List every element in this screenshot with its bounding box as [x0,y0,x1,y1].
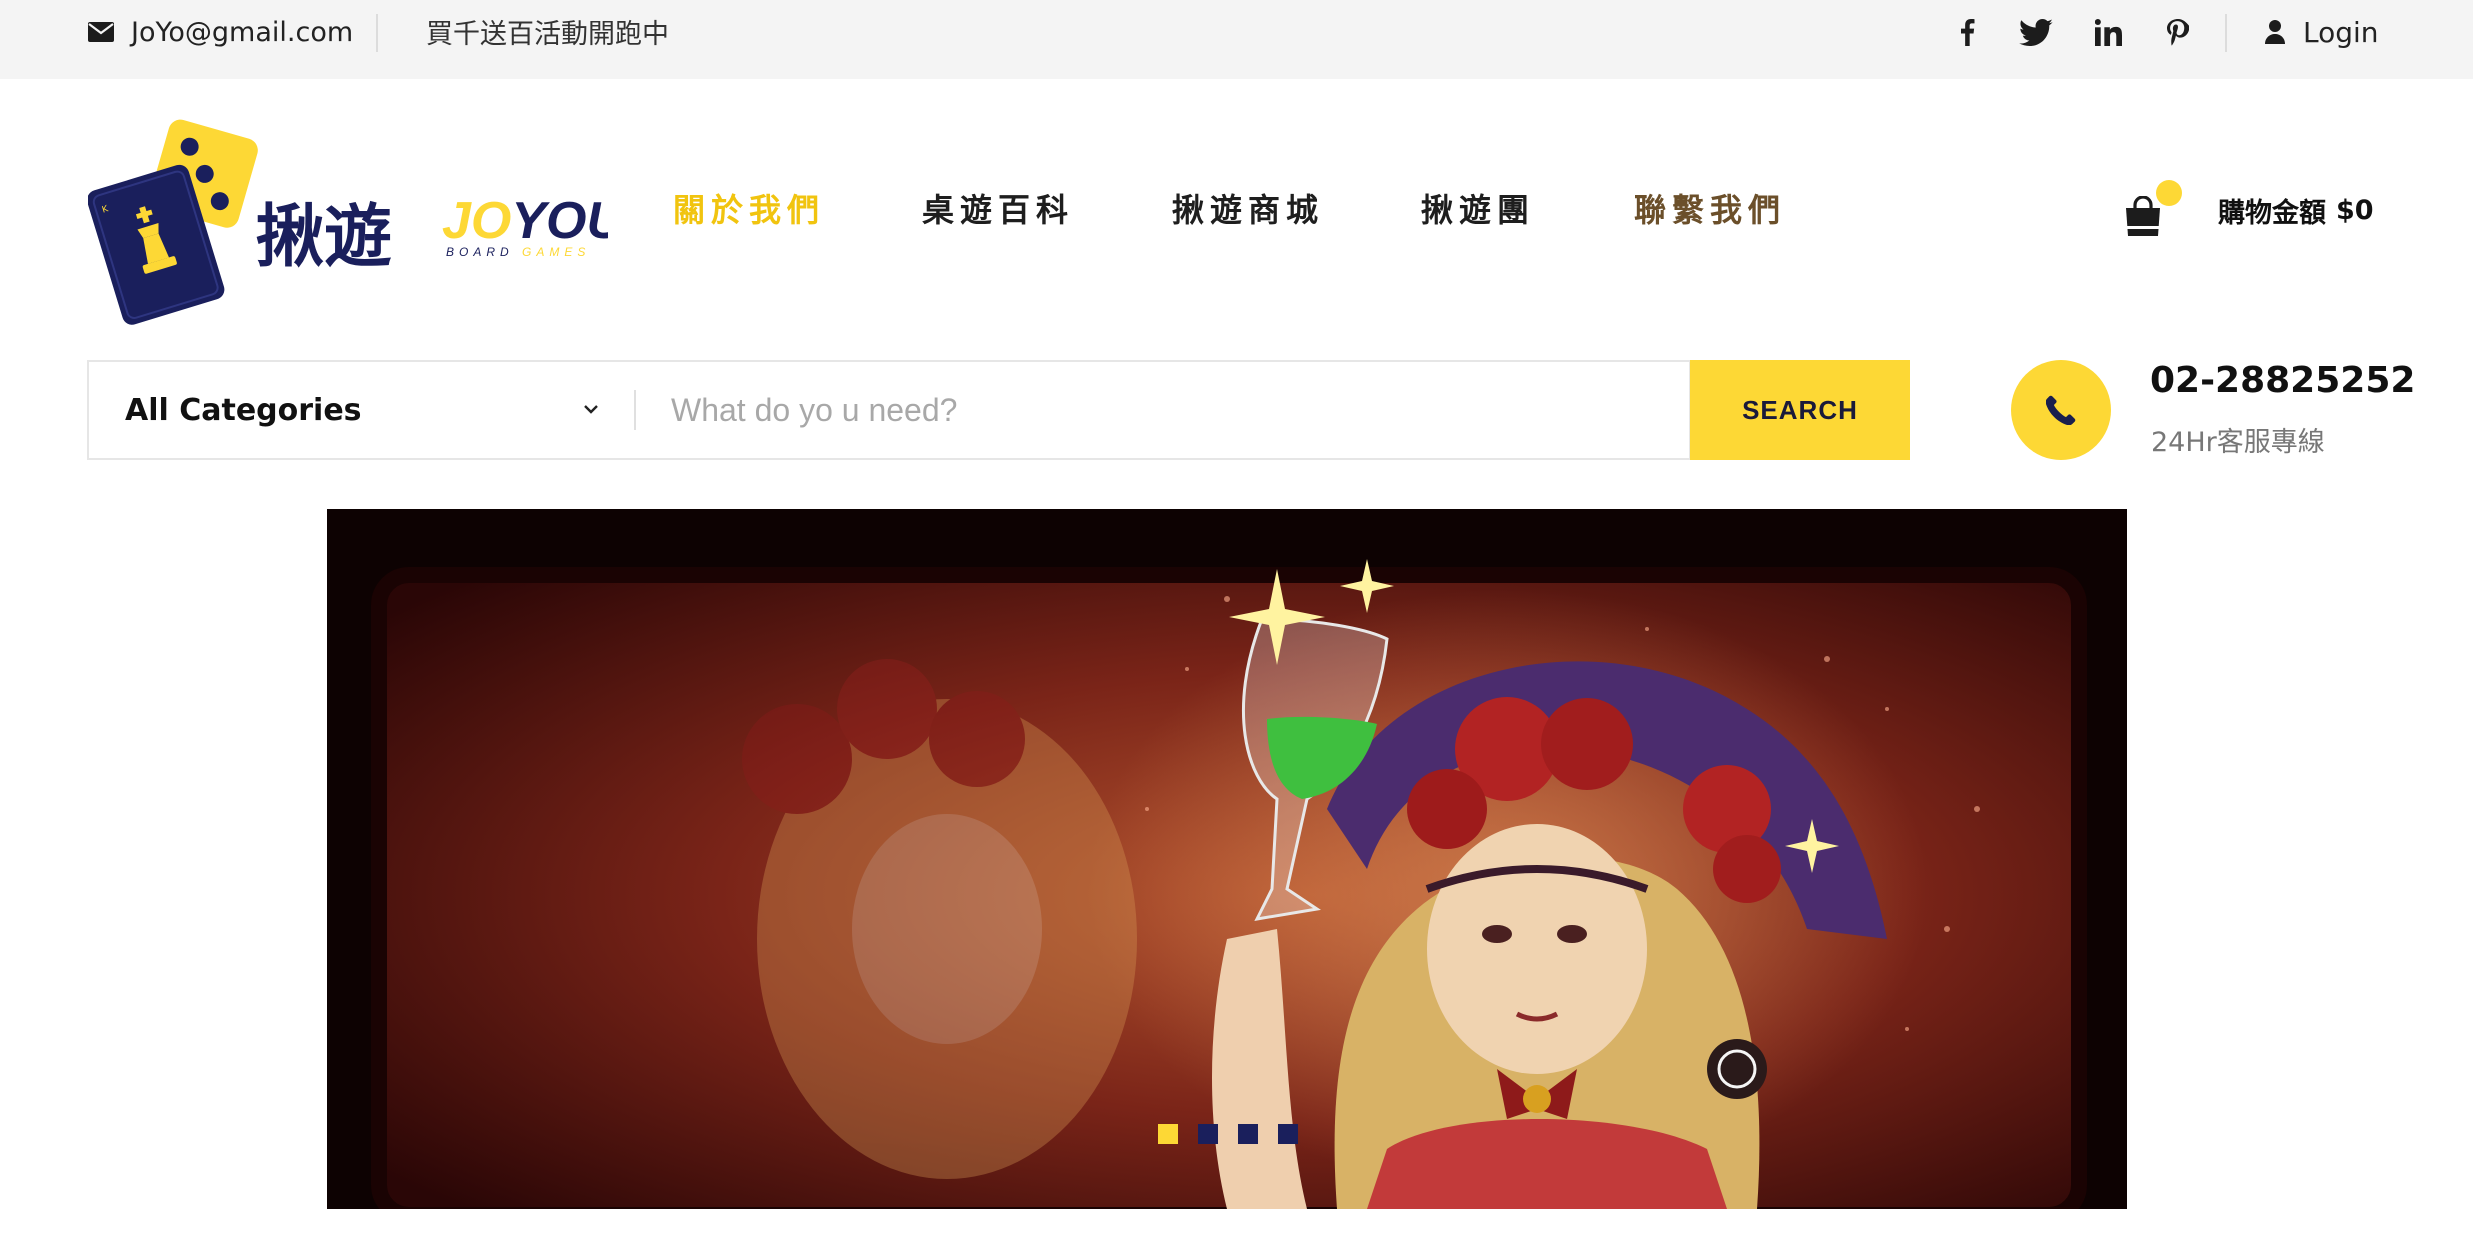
email-contact[interactable]: JoYo@gmail.com [87,0,353,64]
search-bar: All Categories [87,360,1691,460]
nav-about-us[interactable]: 關於我們 [673,180,825,236]
slider-dot[interactable] [1198,1124,1218,1144]
cart-button[interactable] [2120,180,2182,240]
login-label: Login [2303,15,2379,49]
logo-chinese: 揪遊 [256,198,392,277]
divider [634,390,636,430]
category-select-value: All Categories [125,392,362,428]
login-link[interactable]: Login [2265,0,2379,64]
cart-total: 購物金額 $0 [2218,190,2374,230]
linkedin-icon[interactable] [2091,0,2125,64]
search-button[interactable]: SEARCH [1690,360,1910,460]
facebook-icon[interactable] [1951,0,1985,64]
promo-text: 買千送百活動開跑中 [426,18,669,50]
cart-total-amount: $0 [2336,194,2374,226]
phone-number: 02-28825252 [2150,360,2416,401]
svg-text:BOARD GAMES: BOARD GAMES [446,245,590,259]
divider [376,14,378,52]
slider-dots [1158,1124,1298,1144]
cart-badge [2156,180,2182,206]
nav-contact-us[interactable]: 聯繫我們 [1634,180,1786,236]
hero-banner[interactable] [327,509,2127,1209]
category-select[interactable]: All Categories [89,362,634,458]
nav-groups[interactable]: 揪遊團 [1421,180,1535,236]
top-bar: JoYo@gmail.com 買千送百活動開跑中 Login [0,0,2473,79]
cart-total-label: 購物金額 [2218,197,2326,229]
twitter-icon[interactable] [2019,0,2053,64]
phone-icon [2046,395,2076,425]
hero-illustration [327,509,2127,1209]
slider-dot[interactable] [1238,1124,1258,1144]
nav-shop[interactable]: 揪遊商城 [1172,180,1324,236]
slider-dot[interactable] [1158,1124,1178,1144]
chevron-down-icon [584,405,598,414]
phone-button[interactable] [2011,360,2111,460]
shopping-bag-icon [2126,196,2160,236]
divider [2225,14,2227,52]
pinterest-icon[interactable] [2161,0,2195,64]
nav-board-game-wiki[interactable]: 桌遊百科 [922,180,1074,236]
svg-text:JOYOU: JOYOU [442,192,608,250]
search-input[interactable] [671,374,1671,446]
user-icon [2265,20,2285,44]
email-text: JoYo@gmail.com [131,16,354,48]
site-logo[interactable]: K 揪遊 JOYOU BOARD GAMES [87,112,626,334]
phone-hours-label: 24Hr客服專線 [2151,427,2325,458]
slider-dot[interactable] [1278,1124,1298,1144]
envelope-icon [88,22,114,42]
